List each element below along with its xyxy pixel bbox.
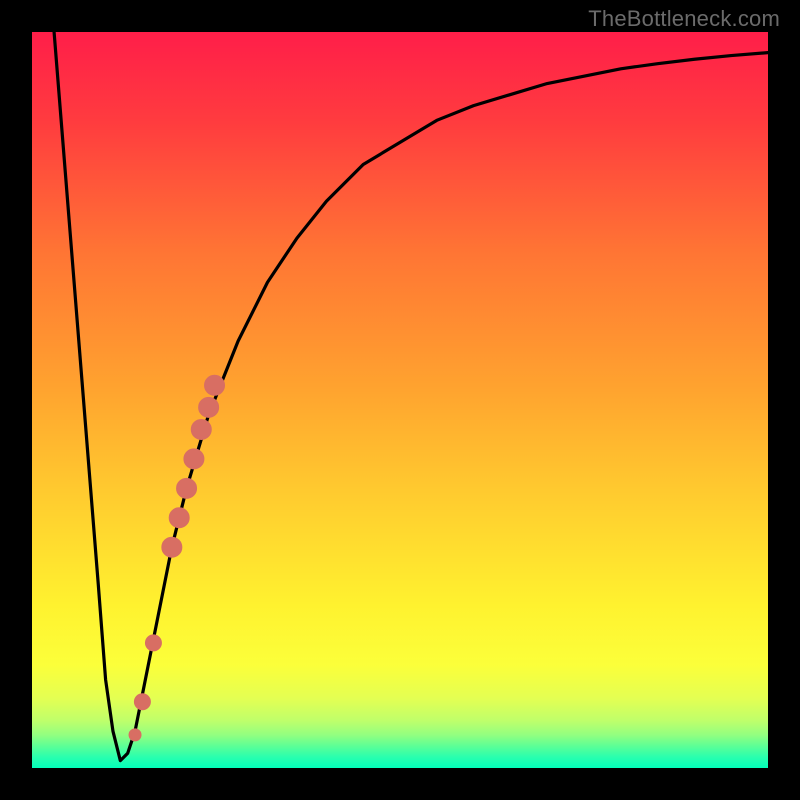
marker-dot — [205, 375, 225, 395]
marker-dot — [162, 537, 182, 557]
curve-layer — [32, 32, 768, 768]
marker-dot — [177, 478, 197, 498]
marker-dot — [191, 419, 211, 439]
marker-dot — [169, 508, 189, 528]
marker-dot — [145, 635, 161, 651]
marker-dot — [129, 729, 141, 741]
watermark-text: TheBottleneck.com — [588, 6, 780, 32]
marker-dot — [199, 397, 219, 417]
plot-area — [32, 32, 768, 768]
marker-dot — [134, 694, 150, 710]
bottleneck-curve — [54, 32, 768, 761]
chart-frame: TheBottleneck.com — [0, 0, 800, 800]
marker-dot — [184, 449, 204, 469]
